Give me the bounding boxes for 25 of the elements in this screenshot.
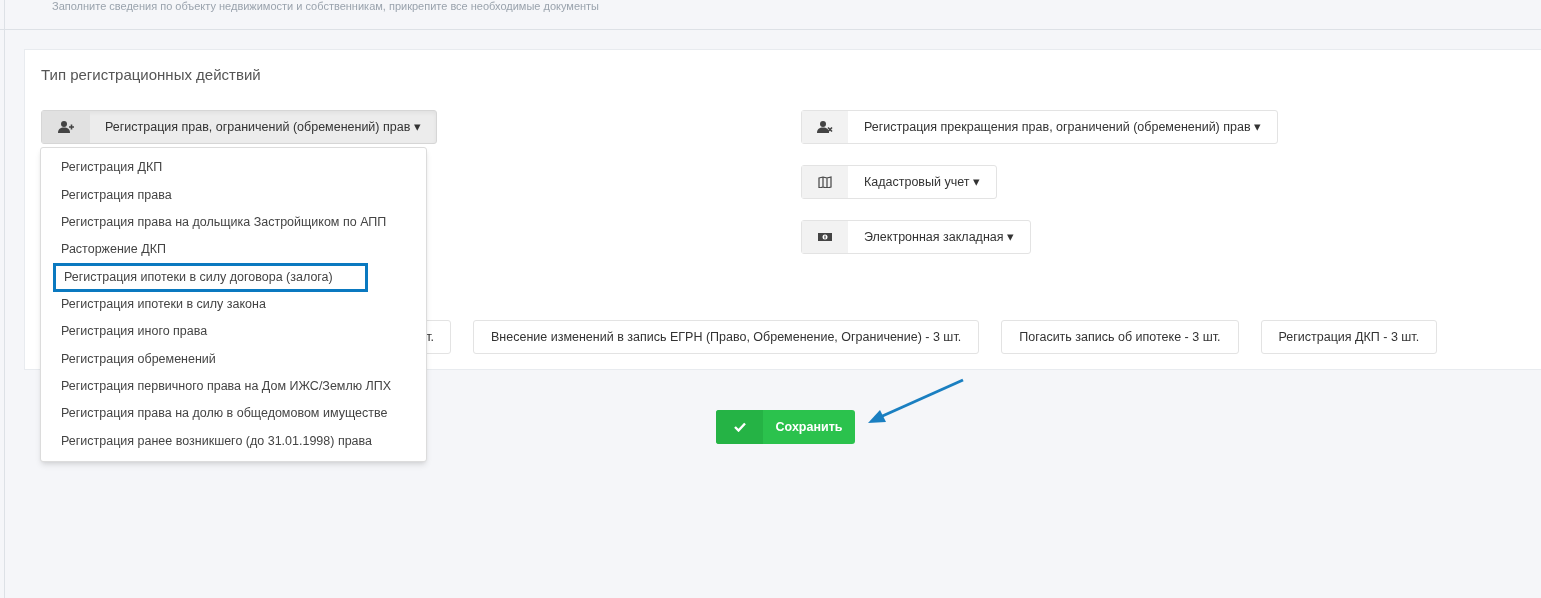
action-button[interactable]: Погасить запись об ипотеке - 3 шт.	[1001, 320, 1239, 354]
menu-item[interactable]: Регистрация ДКП	[41, 154, 426, 182]
checkmark-icon	[733, 422, 746, 432]
menu-item[interactable]: Регистрация обременений	[41, 345, 426, 373]
menu-item[interactable]: Расторжение ДКП	[41, 236, 426, 264]
dropdown-button[interactable]: Регистрация прав, ограничений (обременений) прав ▾	[41, 110, 437, 144]
menu-item[interactable]: Регистрация права на долю в общедомовом имуществе	[41, 400, 426, 428]
user-remove-icon	[817, 121, 833, 133]
menu-item[interactable]: Регистрация ранее возникшего (до 31.01.1998) права	[41, 427, 426, 455]
menu-item[interactable]: Регистрация иного права	[41, 317, 426, 346]
section-title: Тип регистрационных действий	[41, 65, 261, 85]
action-button[interactable]: Регистрация ДКП - 3 шт.	[1260, 320, 1438, 354]
menu-item[interactable]: Регистрация ипотеки в силу закона	[41, 290, 426, 318]
user-plus-icon	[58, 121, 74, 133]
page-subtitle: Заполните сведения по объекту недвижимости и собственникам, прикрепите все необходимые документы	[52, 0, 600, 13]
action-button[interactable]: Внесение изменений в запись ЕГРН (Право, Обременение, Ограничение) - 3 шт.	[473, 320, 980, 354]
menu-item[interactable]: Регистрация первичного права на Дом ИЖС/Землю ЛПХ	[41, 372, 426, 401]
dropdown-button[interactable]: Кадастровый учет ▾	[801, 165, 997, 199]
menu-item[interactable]: Регистрация права	[41, 181, 426, 209]
banknote-icon	[817, 231, 833, 243]
menu-item[interactable]: Регистрация ипотеки в силу договора (залога)	[53, 262, 368, 292]
menu-item[interactable]: Регистрация права на дольщика Застройщиком по АПП	[41, 208, 426, 237]
dropdown-button[interactable]: Электронная закладная ▾	[801, 220, 1031, 254]
dropdown-button[interactable]: Регистрация прекращения прав, ограничений (обременений) прав ▾	[801, 110, 1279, 144]
map-icon	[817, 176, 833, 188]
